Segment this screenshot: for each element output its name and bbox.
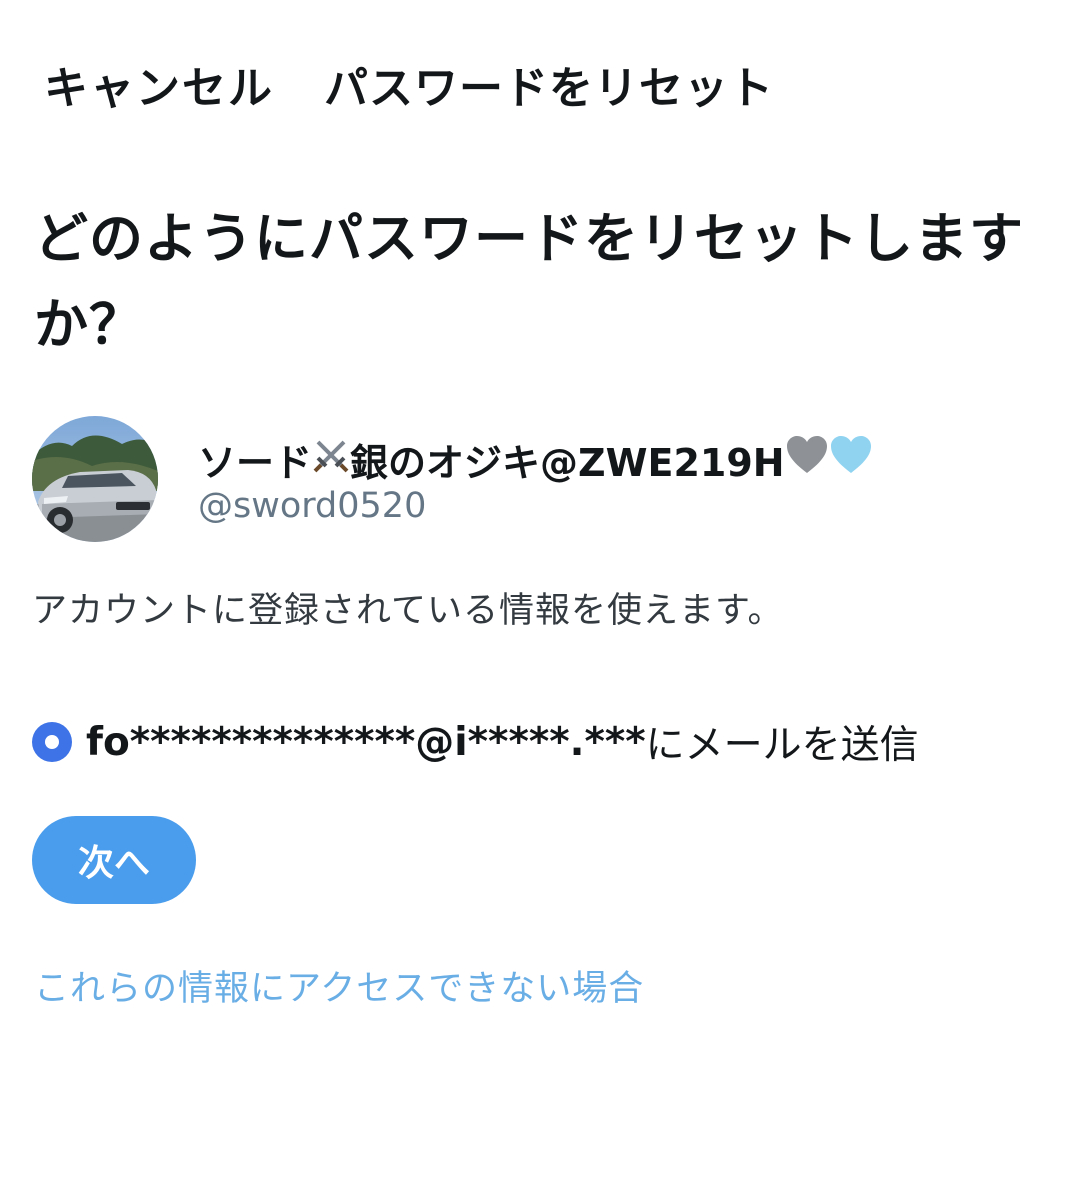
light-blue-heart-icon: [829, 435, 873, 484]
radio-selected[interactable]: [32, 722, 72, 762]
avatar-car-photo: [32, 416, 158, 542]
crossed-swords-icon: [312, 436, 350, 483]
page-title: パスワードをリセット: [324, 63, 774, 114]
info-text: アカウントに登録されている情報を使えます。: [32, 591, 784, 631]
no-access-link[interactable]: これらの情報にアクセスできない場合: [34, 960, 644, 1011]
masked-email: fo**************@i*****.***: [86, 719, 646, 765]
radio-dot: [45, 735, 59, 749]
reset-heading: どのようにパスワードをリセットしますか？: [34, 207, 1024, 356]
avatar[interactable]: [32, 416, 158, 542]
display-name-part: 銀のオジキ@ZWE219H: [350, 441, 785, 485]
cancel-button[interactable]: キャンセル: [44, 52, 274, 116]
grey-heart-icon: [785, 435, 829, 484]
top-bar: キャンセル パスワードをリセット: [0, 0, 1067, 165]
next-button[interactable]: 次へ: [32, 816, 196, 904]
email-reset-option[interactable]: fo**************@i*****.*** にメールを送信: [32, 714, 919, 770]
display-name: ソード 銀のオジキ@ZWE219H: [198, 432, 873, 487]
account-card: ソード 銀のオジキ@ZWE219H @sword0520: [30, 416, 1030, 546]
display-name-part: ソード: [198, 441, 313, 485]
send-email-label: にメールを送信: [645, 723, 919, 768]
user-handle: @sword0520: [198, 486, 427, 526]
